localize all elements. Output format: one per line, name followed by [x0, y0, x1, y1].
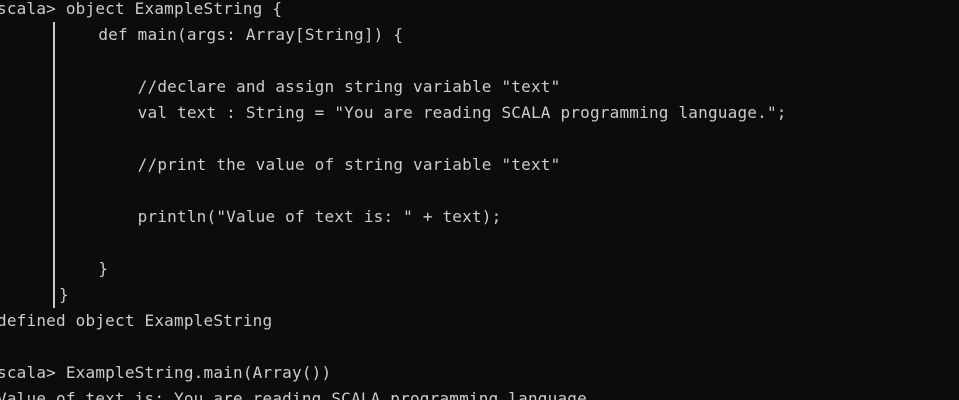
continuation-marker: [0, 230, 59, 256]
continuation-marker: [0, 74, 59, 100]
prompt-line: scala> object ExampleString {: [0, 0, 787, 22]
line-text: scala> ExampleString.main(Array()): [0, 363, 332, 382]
terminal-window[interactable]: scala> object ExampleString { def main(a…: [0, 0, 959, 400]
continuation-line: [0, 230, 787, 256]
continuation-line: //print the value of string variable "te…: [0, 152, 787, 178]
continuation-marker: [0, 178, 59, 204]
continuation-line: }: [0, 256, 787, 282]
terminal-output: scala> object ExampleString { def main(a…: [0, 0, 787, 400]
line-text: //declare and assign string variable "te…: [59, 77, 561, 96]
continuation-line: val text : String = "You are reading SCA…: [0, 100, 787, 126]
continuation-line: }: [0, 282, 787, 308]
line-text: def main(args: Array[String]) {: [59, 25, 404, 44]
continuation-line: [0, 178, 787, 204]
line-text: }: [59, 259, 109, 278]
continuation-line: [0, 126, 787, 152]
continuation-marker: [0, 22, 59, 48]
line-text: defined object ExampleString: [0, 311, 273, 330]
continuation-line: [0, 48, 787, 74]
continuation-marker: [0, 152, 59, 178]
continuation-marker: [0, 282, 59, 308]
output-line: defined object ExampleString: [0, 308, 787, 334]
line-text: scala> object ExampleString {: [0, 0, 283, 18]
line-text: println("Value of text is: " + text);: [59, 207, 502, 226]
line-text: //print the value of string variable "te…: [59, 155, 561, 174]
continuation-line: def main(args: Array[String]) {: [0, 22, 787, 48]
line-text: Value of text is: You are reading SCALA …: [0, 389, 597, 400]
continuation-marker: [0, 256, 59, 282]
continuation-marker: [0, 204, 59, 230]
line-text: val text : String = "You are reading SCA…: [59, 103, 787, 122]
output-line: Value of text is: You are reading SCALA …: [0, 386, 787, 400]
continuation-marker: [0, 48, 59, 74]
prompt-line: scala> ExampleString.main(Array()): [0, 360, 787, 386]
continuation-line: //declare and assign string variable "te…: [0, 74, 787, 100]
continuation-marker: [0, 100, 59, 126]
continuation-line: println("Value of text is: " + text);: [0, 204, 787, 230]
line-text: }: [59, 285, 69, 304]
continuation-marker: [0, 126, 59, 152]
